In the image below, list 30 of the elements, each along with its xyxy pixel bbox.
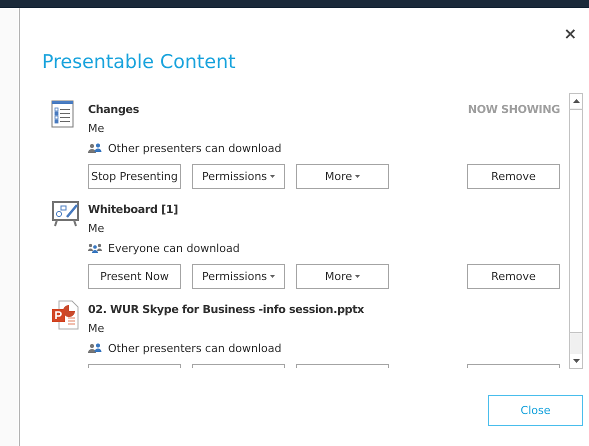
content-title: Whiteboard [1] [88, 202, 178, 216]
dropdown-button[interactable]: Permissions [192, 264, 285, 289]
scroll-up-icon[interactable] [572, 99, 580, 103]
powerpoint-file-icon [51, 300, 79, 330]
owner-name: Me [88, 220, 104, 236]
scroll-down-icon[interactable] [572, 359, 580, 363]
scrollbar[interactable] [569, 93, 583, 369]
content-title: Changes [88, 102, 139, 116]
owner-name: Me [88, 120, 104, 136]
permission-text: Other presenters can download [108, 142, 282, 154]
caret-icon [355, 275, 360, 278]
action-button[interactable]: Present Now [88, 264, 181, 289]
list-document-icon [51, 100, 75, 128]
dropdown-button[interactable]: More [296, 164, 389, 189]
caret-icon [270, 175, 276, 178]
dropdown-button[interactable]: More [296, 264, 389, 289]
scroll-thumb[interactable] [570, 109, 582, 333]
remove-button[interactable]: Remove [467, 164, 560, 189]
permission-text: Other presenters can download [108, 342, 282, 354]
owner-name: Me [88, 320, 104, 336]
remove-button[interactable]: Remove [467, 264, 560, 289]
caret-icon [270, 275, 276, 278]
dialog-title: Presentable Content [42, 51, 237, 73]
caret-icon [355, 175, 360, 178]
action-button[interactable]: Stop Presenting [88, 164, 181, 189]
dropdown-button[interactable]: Permissions [192, 164, 285, 189]
status-label: NOW SHOWING [468, 102, 560, 116]
permission-text: Everyone can download [108, 242, 240, 254]
whiteboard-icon [51, 200, 81, 228]
content-title: 02. WUR Skype for Business -info session.pptx [88, 302, 364, 316]
